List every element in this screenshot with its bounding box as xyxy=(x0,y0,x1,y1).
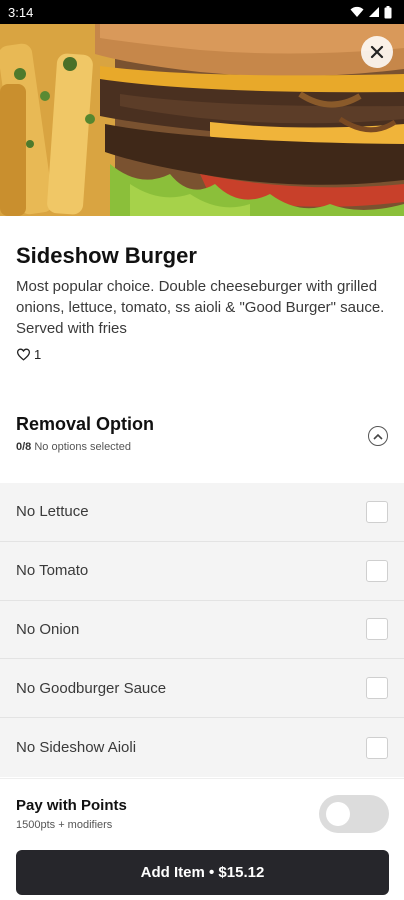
modifier-group-title: Removal Option xyxy=(16,414,155,434)
chevron-up-icon xyxy=(373,433,383,440)
burger-photo xyxy=(0,24,404,216)
option-checkbox[interactable] xyxy=(366,500,388,523)
toggle-knob xyxy=(326,802,350,826)
close-icon xyxy=(370,45,384,59)
option-checkbox[interactable] xyxy=(366,618,388,641)
option-checkbox[interactable] xyxy=(366,559,388,582)
option-no-goodburger-sauce[interactable]: No Goodburger Sauce xyxy=(0,659,404,719)
pay-with-points-subtitle: 1500pts + modifiers xyxy=(16,819,113,831)
option-label: No Lettuce xyxy=(16,503,89,521)
option-no-lettuce[interactable]: No Lettuce xyxy=(0,483,404,542)
status-time: 3:14 xyxy=(8,4,34,20)
status-icons xyxy=(350,5,392,19)
pay-with-points-toggle[interactable] xyxy=(319,795,389,833)
item-info: Sideshow Burger Most popular choice. Dou… xyxy=(0,216,404,362)
option-label: No Tomato xyxy=(16,562,89,580)
signal-icon xyxy=(369,7,379,17)
collapse-button[interactable] xyxy=(368,426,388,446)
like-button[interactable]: 1 xyxy=(16,347,56,362)
option-checkbox[interactable] xyxy=(366,736,388,759)
wifi-icon xyxy=(350,6,364,17)
option-label: No Goodburger Sauce xyxy=(16,679,167,697)
option-no-tomato[interactable]: No Tomato xyxy=(0,542,404,601)
option-label: No Onion xyxy=(16,620,80,638)
likes-count: 1 xyxy=(34,347,42,362)
modifier-group-header[interactable]: Removal Option 0/8 No options selected xyxy=(0,404,404,482)
item-description: Most popular choice. Double cheeseburger… xyxy=(16,278,385,337)
option-no-sideshow-aioli[interactable]: No Sideshow Aioli xyxy=(0,718,404,777)
options-list: No Lettuce No Tomato No Onion No Goodbur… xyxy=(0,483,404,777)
modifier-group-status: 0/8 No options selected xyxy=(16,441,388,453)
modifier-count: 0/8 xyxy=(16,441,32,453)
item-title: Sideshow Burger xyxy=(16,243,197,268)
battery-icon xyxy=(384,5,392,18)
checkout-footer: Pay with Points 1500pts + modifiers Add … xyxy=(0,778,404,900)
pay-with-points-title: Pay with Points xyxy=(16,797,127,814)
option-no-onion[interactable]: No Onion xyxy=(0,601,404,660)
modifier-status-text: No options selected xyxy=(34,441,131,453)
heart-outline-icon xyxy=(16,348,31,361)
option-checkbox[interactable] xyxy=(366,677,388,700)
status-bar: 3:14 xyxy=(0,0,404,24)
option-label: No Sideshow Aioli xyxy=(16,739,137,757)
add-item-button[interactable]: Add Item • $15.12 xyxy=(16,850,389,895)
close-button[interactable] xyxy=(361,36,393,68)
